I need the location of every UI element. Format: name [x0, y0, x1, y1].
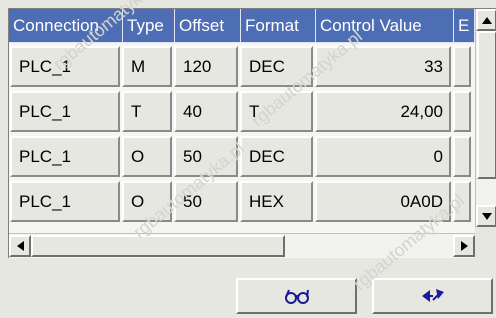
control-switch-button[interactable]: [372, 278, 493, 314]
table-row[interactable]: PLC_1 O 50 HEX 0A0D: [9, 179, 475, 224]
column-header-partial[interactable]: E: [454, 9, 475, 43]
cell-connection[interactable]: PLC_1: [10, 46, 120, 87]
column-header-offset[interactable]: Offset: [175, 9, 241, 43]
cell-partial[interactable]: [453, 46, 471, 87]
cell-format[interactable]: DEC: [240, 136, 313, 177]
cell-type[interactable]: T: [122, 91, 172, 132]
vertical-scrollbar[interactable]: [475, 9, 496, 227]
cell-control-value[interactable]: 0A0D: [315, 181, 451, 222]
cell-control-value[interactable]: 0: [315, 136, 451, 177]
cell-offset[interactable]: 120: [174, 46, 238, 87]
scroll-left-button[interactable]: [9, 235, 31, 257]
variable-table: Connection Type Offset Format Control Va…: [8, 8, 496, 259]
cell-type[interactable]: O: [122, 136, 172, 177]
scrollbar-corner: [475, 227, 496, 259]
cell-offset[interactable]: 40: [174, 91, 238, 132]
table-row[interactable]: PLC_1 T 40 T 24,00: [9, 89, 475, 134]
cell-connection[interactable]: PLC_1: [10, 136, 120, 177]
cell-offset[interactable]: 50: [174, 136, 238, 177]
arrow-right-icon: [460, 241, 468, 251]
column-header-type[interactable]: Type: [123, 9, 175, 43]
status-view-button[interactable]: [236, 278, 357, 314]
table-row[interactable]: PLC_1 M 120 DEC 33: [9, 44, 475, 89]
column-header-format[interactable]: Format: [241, 9, 316, 43]
column-header-connection[interactable]: Connection: [9, 9, 123, 43]
arrow-up-icon: [481, 16, 492, 24]
scroll-up-button[interactable]: [476, 9, 496, 31]
column-header-control-value[interactable]: Control Value: [316, 9, 454, 43]
horizontal-scrollbar[interactable]: [9, 233, 475, 257]
scroll-down-button[interactable]: [476, 205, 496, 227]
cell-type[interactable]: O: [122, 181, 172, 222]
cell-format[interactable]: T: [240, 91, 313, 132]
table-header: Connection Type Offset Format Control Va…: [9, 9, 475, 43]
table-row[interactable]: PLC_1 O 50 DEC 0: [9, 134, 475, 179]
cell-connection[interactable]: PLC_1: [10, 91, 120, 132]
horizontal-scroll-thumb[interactable]: [31, 235, 285, 257]
switch-arrows-icon: [421, 289, 444, 302]
status-force-window: Connection Type Offset Format Control Va…: [0, 0, 496, 318]
arrow-down-icon: [481, 212, 492, 220]
cell-offset[interactable]: 50: [174, 181, 238, 222]
vertical-scroll-thumb[interactable]: [477, 31, 496, 179]
cell-connection[interactable]: PLC_1: [10, 181, 120, 222]
cell-partial[interactable]: [453, 136, 471, 177]
cell-format[interactable]: DEC: [240, 46, 313, 87]
cell-control-value[interactable]: 24,00: [315, 91, 451, 132]
cell-partial[interactable]: [453, 91, 471, 132]
cell-control-value[interactable]: 33: [315, 46, 451, 87]
glasses-icon: [284, 289, 309, 304]
cell-partial[interactable]: [453, 181, 471, 222]
scroll-right-button[interactable]: [453, 235, 475, 257]
cell-type[interactable]: M: [122, 46, 172, 87]
arrow-left-icon: [16, 241, 24, 251]
cell-format[interactable]: HEX: [240, 181, 313, 222]
